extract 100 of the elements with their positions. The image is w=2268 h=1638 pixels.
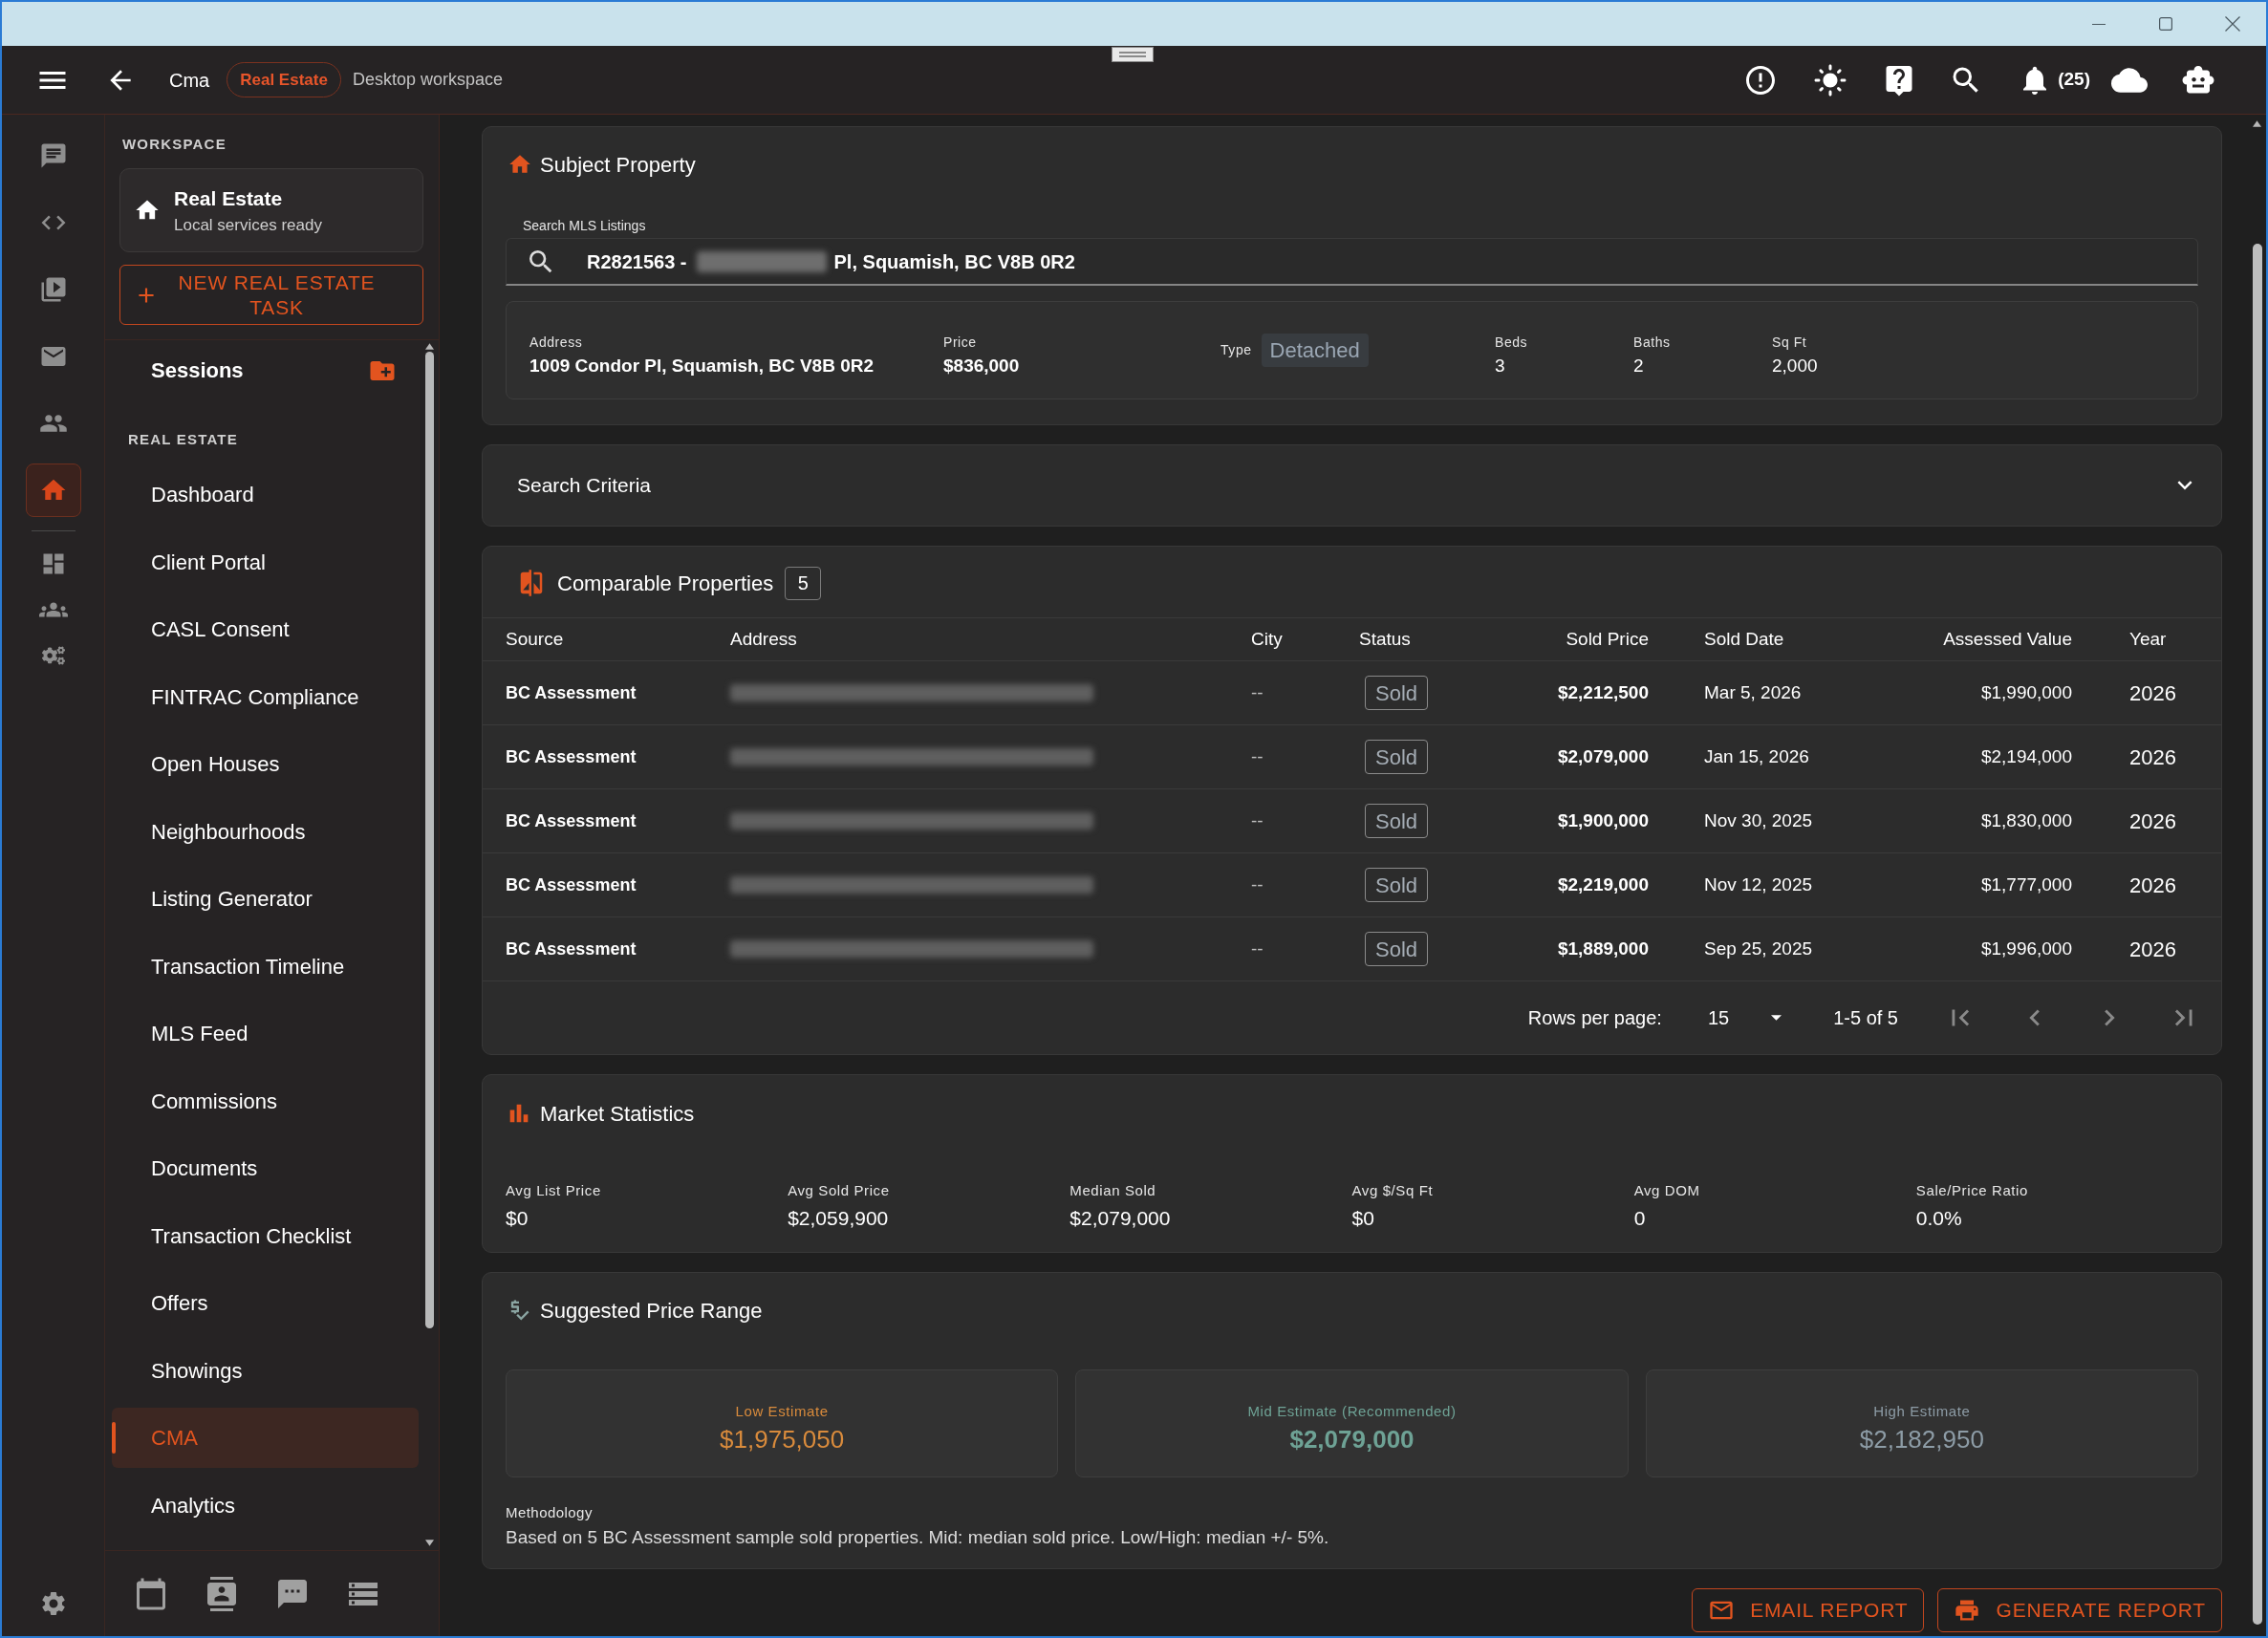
dropdown-caret-icon	[1771, 1015, 1782, 1021]
nav-item[interactable]: FINTRAC Compliance	[112, 666, 419, 727]
contact-card-icon[interactable]	[205, 1576, 239, 1611]
card-title: Subject Property	[540, 151, 696, 179]
table-cell-text: --	[1251, 744, 1264, 768]
calendar-icon[interactable]	[134, 1576, 168, 1611]
table-row[interactable]: BC Assessment -- Sold $1,889,000 Sep 25, 2025 $1,996,000 2026	[483, 916, 2221, 981]
home-button[interactable]	[25, 463, 81, 517]
scroll-down-icon[interactable]	[425, 1540, 434, 1546]
estimate-value: $2,079,000	[1289, 1425, 1415, 1454]
table-cell-text: $2,194,000	[1980, 744, 2072, 768]
nav-item[interactable]: Transaction Timeline	[112, 936, 419, 997]
table-cell-text: 2026	[2129, 872, 2176, 899]
nav-item[interactable]: Showings	[112, 1340, 419, 1401]
count-badge: 5	[785, 566, 822, 600]
table-cell-text: $2,219,000	[1557, 873, 1649, 896]
table-row[interactable]: BC Assessment -- Sold $2,212,500 Mar 5, 2026 $1,990,000 2026	[483, 660, 2221, 724]
panel-title: Search Criteria	[517, 473, 652, 499]
column-header[interactable]: Year	[2129, 625, 2167, 654]
card-title: Market Statistics	[540, 1100, 695, 1128]
methodology-label: Methodology	[506, 1504, 594, 1520]
rows-per-page-select[interactable]: 15	[1707, 1003, 1782, 1032]
page-range: 1-5 of 5	[1833, 1006, 1898, 1030]
scroll-up-icon[interactable]	[2253, 120, 2261, 127]
minimize-icon	[2092, 23, 2106, 25]
table-cell-text: 2026	[2129, 936, 2176, 963]
table-cell-text: BC Assessment	[506, 809, 637, 832]
table-cell-text: $2,079,000	[1557, 744, 1649, 768]
scrollbar-thumb[interactable]	[2253, 244, 2262, 1625]
detail-value: 2,000	[1772, 355, 1819, 377]
nav-item[interactable]: CASL Consent	[112, 599, 419, 659]
card-title: Suggested Price Range	[540, 1297, 763, 1325]
table-cell-text: --	[1251, 873, 1264, 896]
detail-label: Type	[1220, 341, 1252, 359]
table-row[interactable]: BC Assessment -- Sold $2,219,000 Nov 12, 2025 $1,777,000 2026	[483, 852, 2221, 916]
scrollbar-thumb[interactable]	[425, 352, 434, 1328]
stat-value: $2,059,900	[788, 1206, 890, 1230]
column-header[interactable]: City	[1251, 625, 1283, 654]
maximize-icon	[2159, 17, 2172, 31]
table-cell-text: --	[1251, 680, 1264, 704]
field-label: Search MLS Listings	[523, 217, 646, 234]
workspace-card[interactable]: Real Estate Local services ready	[119, 168, 423, 252]
column-header[interactable]: Status	[1359, 625, 1411, 654]
nav-item[interactable]: Dashboard	[112, 464, 419, 525]
nav-item[interactable]: Offers	[112, 1273, 419, 1333]
table-row[interactable]: BC Assessment -- Sold $2,079,000 Jan 15, 2026 $2,194,000 2026	[483, 724, 2221, 788]
email-report-button[interactable]: EMAIL REPORT	[1692, 1588, 1925, 1632]
close-icon	[2225, 16, 2240, 32]
stat-label: Avg List Price	[506, 1182, 602, 1198]
nav-item[interactable]: Commissions	[112, 1070, 419, 1132]
table-cell-text: 2026	[2129, 808, 2176, 835]
table-cell-text: Jan 15, 2026	[1704, 744, 1809, 768]
detail-label: Beds	[1495, 334, 1529, 351]
table-cell-text: BC Assessment	[506, 681, 637, 704]
estimate-label: High Estimate	[1873, 1403, 1971, 1419]
search-field[interactable]: R2821563 - Pl, Squamish, BC V8B 0R2	[506, 238, 2198, 286]
nav-item[interactable]: Documents	[112, 1138, 419, 1198]
detail-value: 3	[1495, 355, 1506, 377]
nav-item[interactable]: CMA	[112, 1408, 419, 1468]
table-cell-text: 2026	[2129, 744, 2176, 771]
search-criteria-panel[interactable]: Search Criteria	[482, 444, 2222, 527]
sun-icon[interactable]	[1813, 62, 1848, 97]
table-cell-text: 2026	[2129, 679, 2176, 707]
rows-per-page-label: Rows per page:	[1527, 1006, 1662, 1030]
table-row[interactable]: BC Assessment -- Sold $1,900,000 Nov 30, 2025 $1,830,000 2026	[483, 788, 2221, 852]
column-header[interactable]: Assessed Value	[1943, 625, 2072, 654]
stat-label: Avg $/Sq Ft	[1351, 1182, 1435, 1198]
scroll-up-icon[interactable]	[425, 343, 434, 350]
column-header[interactable]: Address	[730, 625, 797, 654]
detail-label: Price	[943, 334, 978, 351]
nav-item[interactable]: Open Houses	[112, 734, 419, 794]
estimate-label: Low Estimate	[735, 1403, 829, 1419]
table-cell-text: BC Assessment	[506, 745, 637, 768]
column-header[interactable]: Source	[506, 625, 564, 654]
gears-icon[interactable]	[41, 644, 65, 667]
new-task-button[interactable]: NEW REAL ESTATE TASK	[119, 265, 423, 325]
table-cell-text: BC Assessment	[506, 873, 637, 896]
nav-item[interactable]: Transaction Checklist	[112, 1205, 419, 1266]
nav-item[interactable]: Neighbourhoods	[112, 801, 419, 862]
stat-label: Sale/Price Ratio	[1915, 1182, 2029, 1198]
nav-item[interactable]: MLS Feed	[112, 1003, 419, 1064]
table-cell-text: --	[1251, 937, 1264, 960]
stat-value: $0	[1351, 1206, 1375, 1230]
column-header[interactable]: Sold Price	[1566, 625, 1649, 654]
estimate-value: $1,975,050	[720, 1425, 845, 1454]
status-badge: Sold	[1365, 868, 1429, 902]
nav-item[interactable]: Client Portal	[112, 531, 419, 593]
stat-value: 0.0%	[1915, 1206, 1963, 1230]
nav-item[interactable]: Listing Generator	[112, 869, 419, 929]
status-badge: Sold	[1365, 740, 1429, 774]
nav-item[interactable]: Analytics	[112, 1475, 419, 1536]
detail-value: $836,000	[943, 355, 1021, 377]
stat-value: $2,079,000	[1069, 1206, 1172, 1230]
table-cell-text: Nov 12, 2025	[1704, 873, 1813, 896]
table-cell-text: $1,830,000	[1980, 808, 2072, 832]
column-header[interactable]: Sold Date	[1704, 625, 1784, 654]
generate-report-button[interactable]: GENERATE REPORT	[1937, 1588, 2222, 1632]
drag-handle-icon[interactable]	[1112, 47, 1154, 62]
status-badge: Sold	[1365, 804, 1429, 838]
methodology-text: Based on 5 BC Assessment sample sold properties. Mid: median sold price. Low/High: median +/- 5%.	[506, 1526, 1330, 1549]
